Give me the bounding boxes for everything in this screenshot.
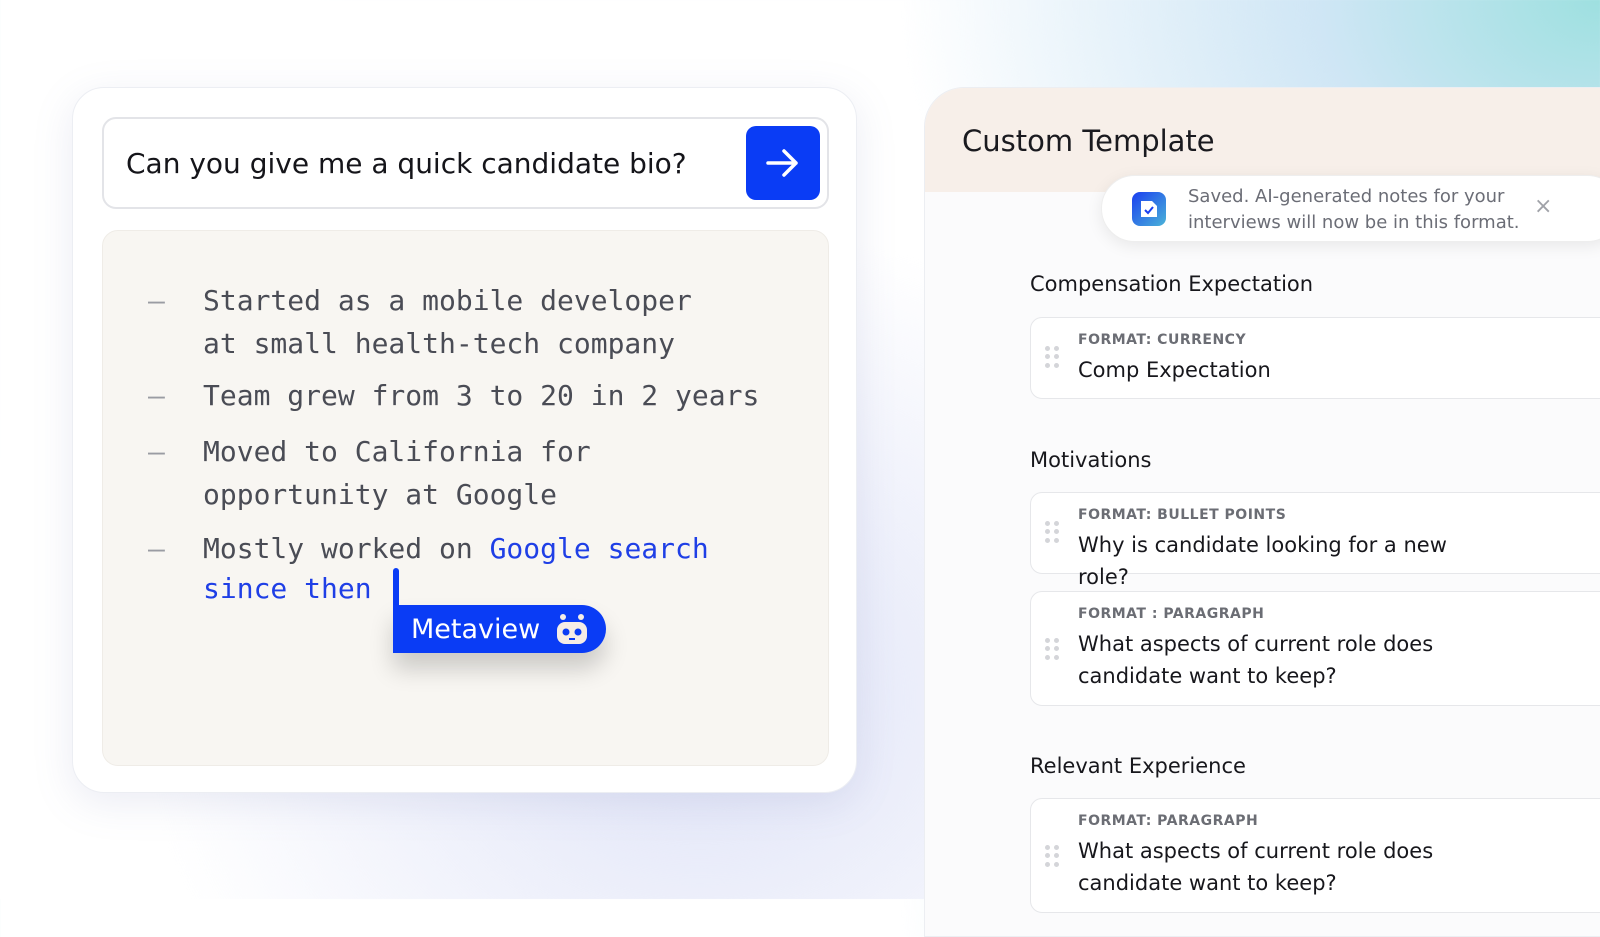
- field-label: Why is candidate looking for a new role?: [1078, 533, 1447, 589]
- close-icon[interactable]: ×: [1534, 194, 1552, 219]
- bullet-line: Started as a mobile developer: [203, 284, 692, 317]
- template-field[interactable]: FORMAT : PARAGRAPH What aspects of curre…: [1030, 591, 1600, 706]
- bullet-line: Mostly worked on Google search: [203, 527, 709, 570]
- template-field[interactable]: FORMAT: PARAGRAPH What aspects of curren…: [1030, 798, 1600, 913]
- template-field[interactable]: FORMAT: BULLET POINTS Why is candidate l…: [1030, 492, 1600, 589]
- question-text: Can you give me a quick candidate bio?: [126, 147, 687, 180]
- section-heading: Compensation Expectation: [1030, 272, 1314, 296]
- dash: —: [148, 379, 165, 412]
- bullet-line: at small health-tech company: [203, 327, 676, 360]
- field-format: FORMAT: CURRENCY: [1078, 332, 1247, 348]
- highlighted-text: since then: [203, 572, 372, 605]
- cursor-label: Metaview: [393, 605, 607, 653]
- cursor-name: Metaview: [411, 613, 541, 645]
- bullet-line: opportunity at Google: [203, 478, 558, 511]
- robot-icon: [557, 614, 588, 644]
- field-label: Comp Expectation: [1078, 358, 1271, 382]
- section-heading: Motivations: [1030, 448, 1152, 472]
- toast-message: Saved. AI-generated notes for your interv…: [1188, 184, 1520, 236]
- dash: —: [148, 532, 165, 565]
- field-format: FORMAT: BULLET POINTS: [1078, 507, 1287, 523]
- dash: —: [148, 435, 165, 468]
- template-field[interactable]: FORMAT: CURRENCY Comp Expectation: [1030, 317, 1600, 399]
- question-input[interactable]: Can you give me a quick candidate bio?: [102, 117, 829, 209]
- drag-handle-icon[interactable]: [1045, 638, 1059, 660]
- dash: —: [148, 284, 165, 317]
- section-heading: Relevant Experience: [1030, 754, 1246, 778]
- document-check-icon: [1132, 192, 1166, 226]
- bullet-line: Moved to California for: [203, 435, 591, 468]
- toast-line: interviews will now be in this format.: [1188, 212, 1520, 233]
- custom-template-panel: Custom Template Saved. AI-generated note…: [924, 87, 1600, 937]
- drag-handle-icon[interactable]: [1045, 845, 1059, 867]
- bullet-line: Team grew from 3 to 20 in 2 years: [203, 379, 760, 412]
- highlighted-text: Google search: [489, 532, 709, 565]
- send-button[interactable]: [746, 126, 820, 200]
- field-format: FORMAT: PARAGRAPH: [1078, 813, 1259, 829]
- field-label: What aspects of current role does candid…: [1078, 632, 1434, 688]
- field-format: FORMAT : PARAGRAPH: [1078, 606, 1265, 622]
- drag-handle-icon[interactable]: [1045, 521, 1059, 543]
- bullet-text: Mostly worked on: [203, 532, 490, 565]
- drag-handle-icon[interactable]: [1045, 346, 1059, 368]
- bio-notes: — Started as a mobile developer at small…: [102, 230, 829, 766]
- chat-card: Can you give me a quick candidate bio? —…: [72, 87, 857, 793]
- arrow-right-icon: [766, 149, 798, 177]
- saved-toast: Saved. AI-generated notes for your interv…: [1101, 175, 1600, 242]
- toast-line: Saved. AI-generated notes for your: [1188, 186, 1505, 207]
- field-label: What aspects of current role does candid…: [1078, 839, 1434, 895]
